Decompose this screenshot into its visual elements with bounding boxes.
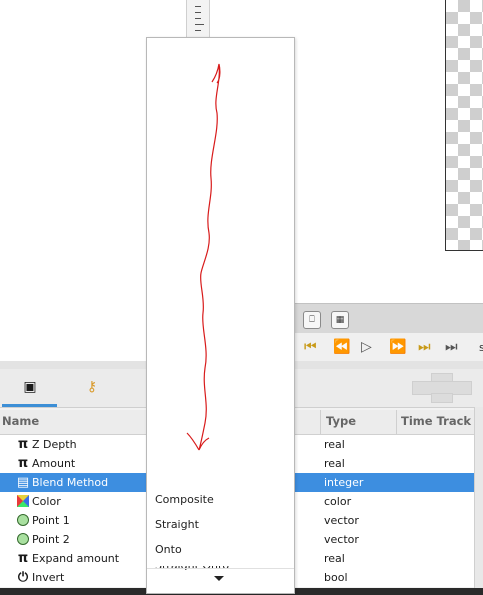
scroll-down-icon[interactable] [214,576,224,581]
pi-icon: π [17,456,29,471]
param-type: bool [324,571,348,584]
param-name: Invert [32,571,65,584]
color-wheel-icon [15,492,31,511]
param-name: Point 1 [32,514,70,527]
blend-method-dropdown-list[interactable]: Composite Straight Onto Straight Onto [146,37,295,594]
point-icon [15,511,31,530]
seek-begin-icon[interactable]: ⏮ [304,339,317,355]
column-separator [320,410,321,434]
column-separator [396,410,397,434]
param-name: Z Depth [32,438,77,451]
param-type: integer [324,476,364,489]
column-header-time-track[interactable]: Time Track [401,410,471,434]
param-type: vector [324,533,359,546]
grid-toggle-icon[interactable]: ▦ [331,311,349,329]
param-type: real [324,438,345,451]
vertical-ruler [186,0,210,38]
pi-icon: π [17,551,29,566]
params-icon: ▣ [23,379,37,395]
navigator-widget[interactable] [412,373,472,403]
timebar-partial-label: s [479,341,483,354]
tab-params[interactable]: ▣ [19,376,41,398]
param-type: real [324,552,345,565]
transparency-checkerboard [445,0,483,251]
next-frame-icon[interactable]: ⏩ [389,339,406,355]
point-icon [15,530,31,549]
previous-frame-icon[interactable]: ⏪ [333,339,350,355]
column-header-type[interactable]: Type [326,410,356,434]
param-name: Expand amount [32,552,120,565]
param-name: Color [32,495,61,508]
power-icon: ⏻ [17,570,29,585]
animation-mode-icon[interactable]: ⎕ [303,311,321,329]
option-composite[interactable]: Composite [155,493,214,506]
param-type: real [324,457,345,470]
popup-separator [147,568,294,569]
next-keyframe-icon[interactable]: ⏭ [418,339,431,355]
active-tab-indicator [2,404,57,407]
red-sketch-arrow [186,63,221,451]
seek-end-icon[interactable]: ⏭ [445,339,458,355]
tab-keyframes[interactable]: ⚷ [81,376,103,398]
pi-icon: π [17,437,29,452]
column-header-name[interactable]: Name [2,410,39,434]
blend-method-icon: ▤ [16,475,30,490]
play-icon[interactable]: ▷ [361,339,372,355]
option-straight[interactable]: Straight [155,518,199,531]
param-type: vector [324,514,359,527]
option-onto[interactable]: Onto [155,543,182,556]
timebar-toolbar: ⎕ ▦ [293,303,483,334]
vertical-scrollbar[interactable] [474,407,483,588]
param-name: Blend Method [32,476,109,489]
param-type: color [324,495,352,508]
param-name: Amount [32,457,76,470]
param-name: Point 2 [32,533,70,546]
key-icon: ⚷ [86,379,98,395]
